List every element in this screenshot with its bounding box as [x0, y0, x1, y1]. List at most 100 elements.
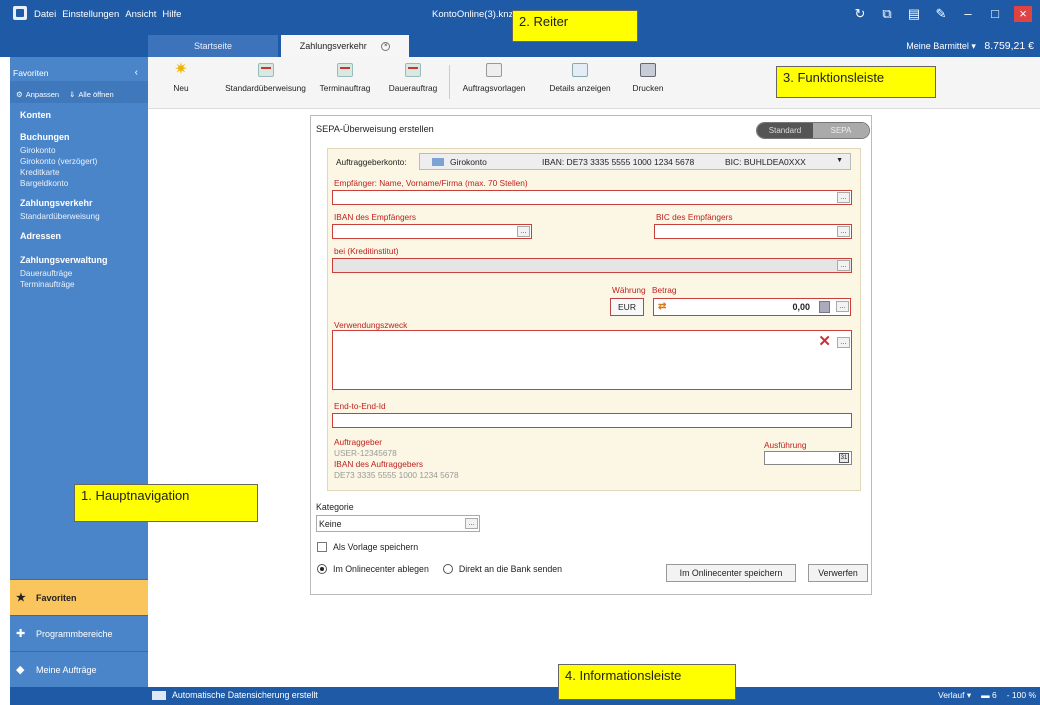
- favorites-title: Favoriten: [13, 68, 49, 78]
- onlinecenter-speichern-button[interactable]: Im Onlinecenter speichern: [666, 564, 796, 582]
- status-message: Automatische Datensicherung erstellt: [152, 690, 318, 700]
- annotation-reiter: 2. Reiter: [512, 10, 638, 42]
- mode-toggle[interactable]: Standard SEPA: [756, 122, 870, 139]
- notes-icon[interactable]: ▤: [906, 6, 922, 22]
- end-to-end-field[interactable]: [332, 413, 852, 428]
- empfaenger-field[interactable]: ...: [332, 190, 852, 205]
- more-button[interactable]: ...: [836, 301, 849, 312]
- window-title: KontoOnline(3).knz -: [432, 9, 520, 20]
- minimize-icon[interactable]: –: [960, 6, 976, 22]
- bic-empfaenger-field[interactable]: ...: [654, 224, 852, 239]
- external-link-icon[interactable]: ⧉: [879, 6, 895, 22]
- tab-startseite[interactable]: Startseite: [148, 35, 278, 57]
- alle-oeffnen-button[interactable]: ⇓ Alle öffnen: [69, 86, 114, 103]
- verlauf-dropdown[interactable]: Verlauf ▾: [938, 690, 971, 701]
- menu-ansicht[interactable]: Ansicht: [125, 9, 156, 20]
- menu-datei[interactable]: Datei: [34, 9, 56, 20]
- account-name: Girokonto: [450, 157, 487, 167]
- status-text: Automatische Datensicherung erstellt: [172, 690, 318, 700]
- more-button[interactable]: ...: [517, 226, 530, 237]
- nav-section-konten[interactable]: Konten: [10, 103, 148, 120]
- anpassen-button[interactable]: ⚙ Anpassen: [16, 86, 59, 103]
- toolbar-label: Drucken: [632, 83, 664, 93]
- auftraggeber-value: USER-12345678: [334, 448, 397, 458]
- refresh-icon[interactable]: ↻: [852, 6, 868, 22]
- verwendungszweck-field[interactable]: ✕ ...: [332, 330, 852, 390]
- nav-item-dauerauftraege[interactable]: Daueraufträge: [10, 265, 148, 278]
- toolbar-auftragsvorlagen-button[interactable]: Auftragsvorlagen: [455, 63, 533, 93]
- radio-onlinecenter[interactable]: [317, 564, 327, 574]
- alle-oeffnen-label: Alle öffnen: [78, 90, 114, 99]
- information-bar: Automatische Datensicherung erstellt Ver…: [10, 687, 1040, 705]
- toolbar-label: Auftragsvorlagen: [462, 83, 526, 93]
- clear-icon[interactable]: ✕: [818, 334, 831, 349]
- radio-bank[interactable]: [442, 564, 453, 574]
- verwerfen-button[interactable]: Verwerfen: [808, 564, 868, 582]
- nav-section-zahlungsverkehr[interactable]: Zahlungsverkehr: [10, 188, 148, 208]
- more-button[interactable]: ...: [465, 518, 478, 529]
- close-icon[interactable]: ×: [1014, 6, 1032, 22]
- tab-zahlungsverkehr[interactable]: Zahlungsverkehr ×: [281, 35, 409, 57]
- more-button[interactable]: ...: [837, 260, 850, 271]
- nav-item-terminauftraege[interactable]: Terminaufträge: [10, 278, 148, 289]
- barmittel-label: Meine Barmittel ▾: [906, 41, 976, 51]
- toolbar-neu-button[interactable]: ✷ Neu: [166, 62, 196, 94]
- calendar-icon[interactable]: 31: [839, 453, 849, 463]
- vorlage-row: Als Vorlage speichern: [317, 542, 418, 552]
- nav-item-girokonto[interactable]: Girokonto: [10, 142, 148, 155]
- message-count-value: 6: [991, 690, 997, 700]
- toolbar-dauerauftrag-button[interactable]: Dauerauftrag: [384, 63, 442, 93]
- collapse-icon[interactable]: ‹: [135, 67, 138, 78]
- details-icon: [572, 63, 588, 77]
- toggle-sepa[interactable]: SEPA: [813, 123, 869, 138]
- tab-label: Startseite: [193, 41, 233, 51]
- zoom-level[interactable]: - 100 %: [1007, 690, 1036, 701]
- empfaenger-label: Empfänger: Name, Vorname/Firma (max. 70 …: [334, 178, 528, 188]
- maximize-icon[interactable]: □: [987, 6, 1003, 22]
- more-button[interactable]: ...: [837, 226, 850, 237]
- nav-item-bargeldkonto[interactable]: Bargeldkonto: [10, 177, 148, 188]
- message-count[interactable]: ▬ 6: [981, 690, 997, 701]
- menu-hilfe[interactable]: Hilfe: [162, 9, 181, 20]
- betrag-field[interactable]: ⇄ 0,00 ...: [653, 298, 851, 316]
- nav-item-kreditkarte[interactable]: Kreditkarte: [10, 166, 148, 177]
- vorlage-checkbox[interactable]: [317, 542, 327, 552]
- toolbar-standardueberweisung-button[interactable]: Standardüberweisung: [218, 63, 313, 93]
- nav-bottom-programmbereiche[interactable]: ✚ Programmbereiche: [10, 615, 148, 651]
- toolbar-label: Details anzeigen: [549, 83, 611, 93]
- swap-icon[interactable]: ⇄: [658, 301, 666, 312]
- toolbar-terminauftrag-button[interactable]: Terminauftrag: [313, 63, 377, 93]
- betrag-label: Betrag: [652, 285, 677, 295]
- nav-section-buchungen[interactable]: Buchungen: [10, 120, 148, 142]
- nav-bottom-label: Meine Aufträge: [36, 664, 97, 675]
- waehrung-field[interactable]: EUR: [610, 298, 644, 316]
- ausfuehrung-field[interactable]: 31: [764, 451, 852, 465]
- nav-section-adressen[interactable]: Adressen: [10, 221, 148, 241]
- window-controls: ↻ ⧉ ▤ ✎ – □ ×: [852, 6, 1032, 22]
- calculator-icon[interactable]: [819, 301, 830, 313]
- nav-item-standardueberweisung[interactable]: Standardüberweisung: [10, 208, 148, 221]
- gear-icon: ⚙: [16, 90, 23, 99]
- toggle-standard[interactable]: Standard: [757, 123, 813, 138]
- edit-icon[interactable]: ✎: [933, 6, 949, 22]
- menu-einstellungen[interactable]: Einstellungen: [62, 9, 119, 20]
- nav-bottom-favoriten[interactable]: ★ Favoriten: [10, 579, 148, 615]
- nav-bottom-meine-auftraege[interactable]: ◆ Meine Aufträge: [10, 651, 148, 687]
- favorites-actions: ⚙ Anpassen ⇓ Alle öffnen: [10, 81, 148, 103]
- more-button[interactable]: ...: [837, 337, 850, 348]
- account-iban: IBAN: DE73 3335 5555 1000 1234 5678: [542, 157, 695, 167]
- more-button[interactable]: ...: [837, 192, 850, 203]
- toolbar-details-button[interactable]: Details anzeigen: [542, 63, 618, 93]
- account-select[interactable]: Girokonto IBAN: DE73 3335 5555 1000 1234…: [419, 153, 851, 170]
- toolbar-drucken-button[interactable]: Drucken: [626, 63, 670, 93]
- tab-close-icon[interactable]: ×: [381, 42, 391, 52]
- menu-bar: Datei Einstellungen Ansicht Hilfe: [34, 9, 181, 20]
- kreditinstitut-label: bei (Kreditinstitut): [334, 246, 399, 256]
- kategorie-field[interactable]: Keine ...: [316, 515, 480, 532]
- iban-empfaenger-field[interactable]: ...: [332, 224, 532, 239]
- barmittel-display[interactable]: Meine Barmittel ▾ 8.759,21 €: [906, 40, 1034, 52]
- nav-item-girokonto-verzoegert[interactable]: Girokonto (verzögert): [10, 155, 148, 166]
- nav-section-zahlungsverwaltung[interactable]: Zahlungsverwaltung: [10, 241, 148, 265]
- chevron-down-icon[interactable]: ▼: [836, 157, 843, 164]
- kategorie-label: Kategorie: [316, 502, 354, 512]
